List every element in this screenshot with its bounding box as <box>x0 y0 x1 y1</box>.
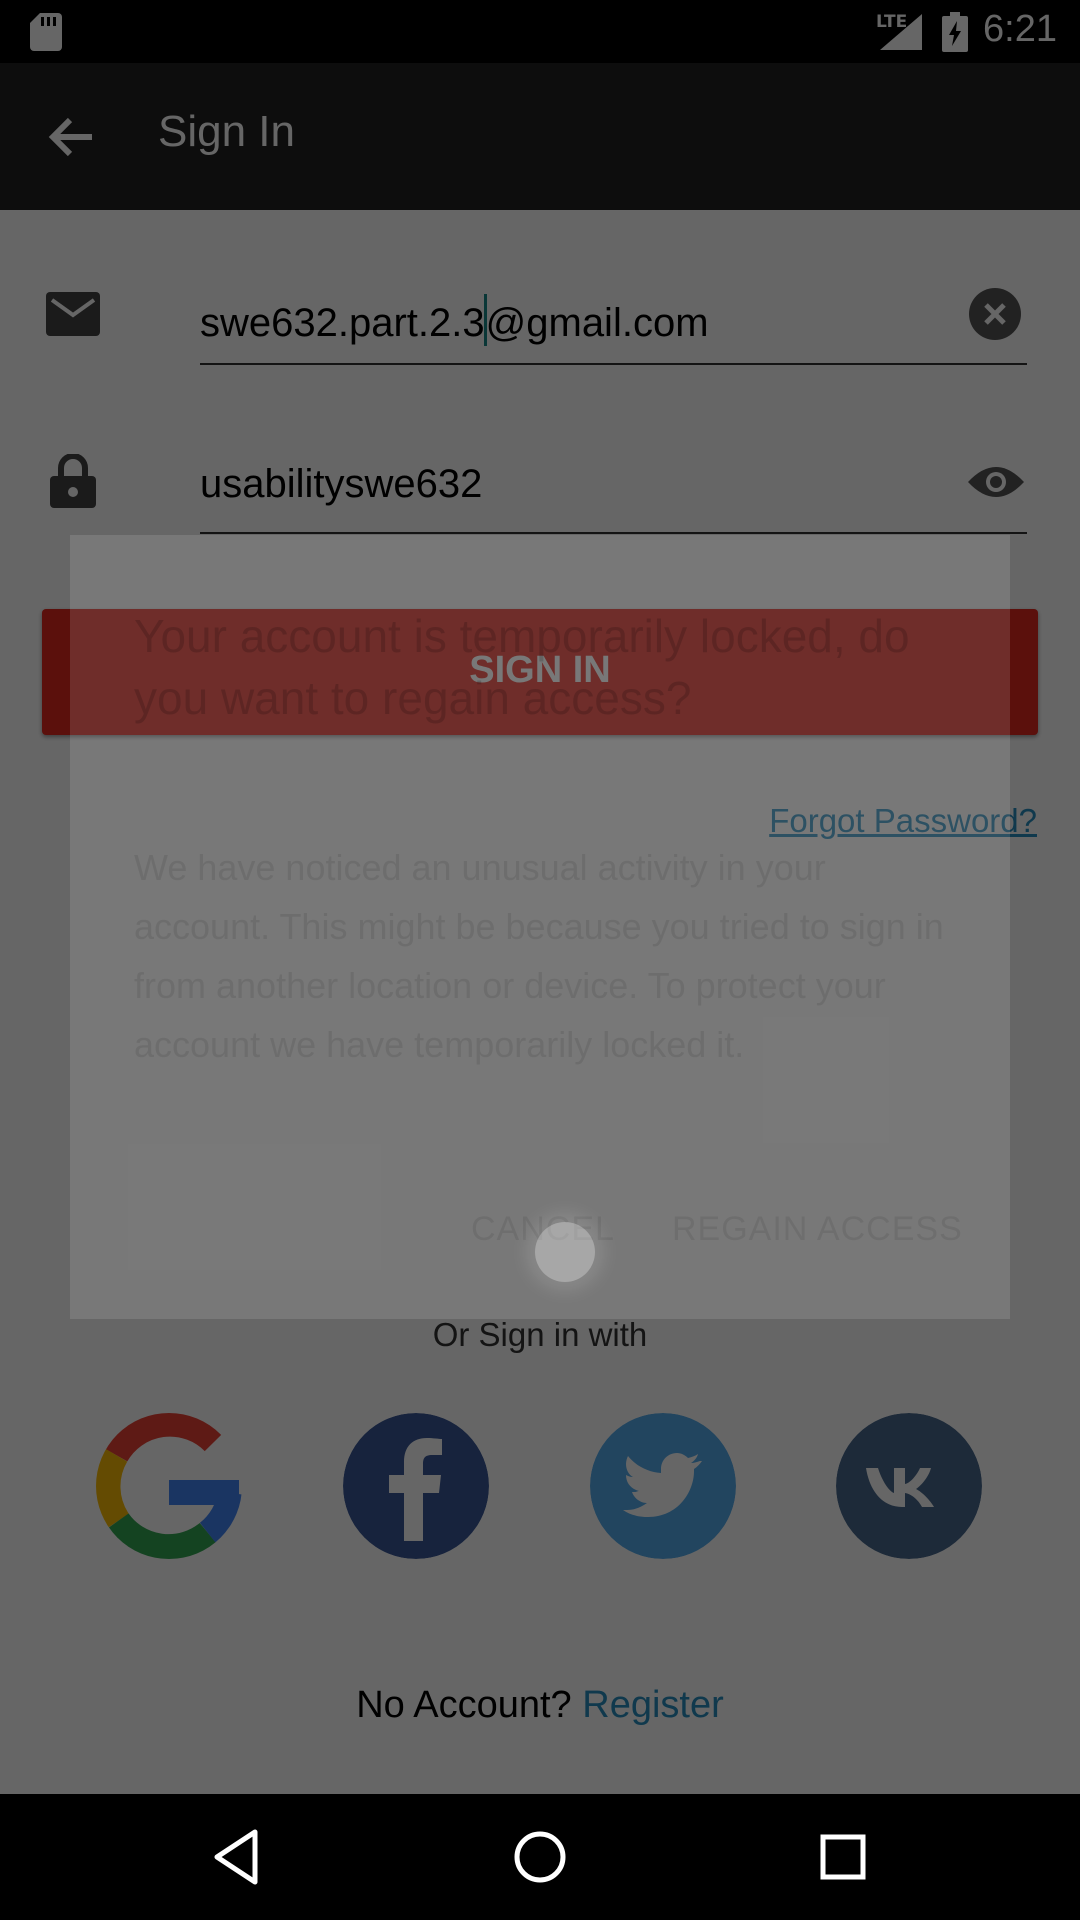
register-link[interactable]: Register <box>582 1684 724 1726</box>
back-triangle-icon[interactable] <box>203 1824 269 1890</box>
vk-icon[interactable] <box>836 1413 982 1559</box>
clock: 6:21 <box>983 8 1057 50</box>
battery-charging-icon <box>942 12 968 52</box>
dialog-message: We have noticed an unusual activity in y… <box>134 847 944 1065</box>
sd-card-icon <box>30 13 62 51</box>
password-underline <box>200 532 1027 534</box>
password-field[interactable]: usabilityswe632 <box>200 462 482 507</box>
google-icon[interactable] <box>96 1413 242 1559</box>
email-value-end: @gmail.com <box>485 301 709 345</box>
no-account-label: No Account? <box>356 1684 572 1726</box>
lock-icon <box>50 454 96 508</box>
touch-ripple <box>535 1222 595 1282</box>
regain-access-button[interactable]: REGAIN ACCESS <box>672 1210 963 1249</box>
status-bar: LTE 6:21 <box>0 0 1080 63</box>
no-account-row: No Account? Register <box>0 1684 1080 1727</box>
navigation-bar <box>0 1794 1080 1920</box>
twitter-icon[interactable] <box>590 1413 736 1559</box>
lte-signal-icon <box>880 14 922 50</box>
recents-square-icon[interactable] <box>810 1824 876 1890</box>
or-sign-in-with-label: Or Sign in with <box>432 1316 648 1353</box>
eye-icon[interactable] <box>966 462 1026 502</box>
facebook-icon[interactable] <box>343 1413 489 1559</box>
arrow-back-icon[interactable] <box>40 107 104 167</box>
home-circle-icon[interactable] <box>507 1824 573 1890</box>
page-title: Sign In <box>158 107 295 156</box>
dialog-title: Your account is temporarily locked, do y… <box>134 610 910 724</box>
clear-circle-icon[interactable] <box>969 288 1021 340</box>
account-locked-dialog: Your account is temporarily locked, do y… <box>70 535 1010 1319</box>
app-bar: Sign In <box>0 63 1080 210</box>
mail-icon <box>46 292 100 336</box>
email-value-start: swe632.part.2.3 <box>200 301 485 345</box>
email-underline <box>200 363 1027 365</box>
email-field[interactable]: swe632.part.2.3@gmail.com <box>200 294 709 346</box>
